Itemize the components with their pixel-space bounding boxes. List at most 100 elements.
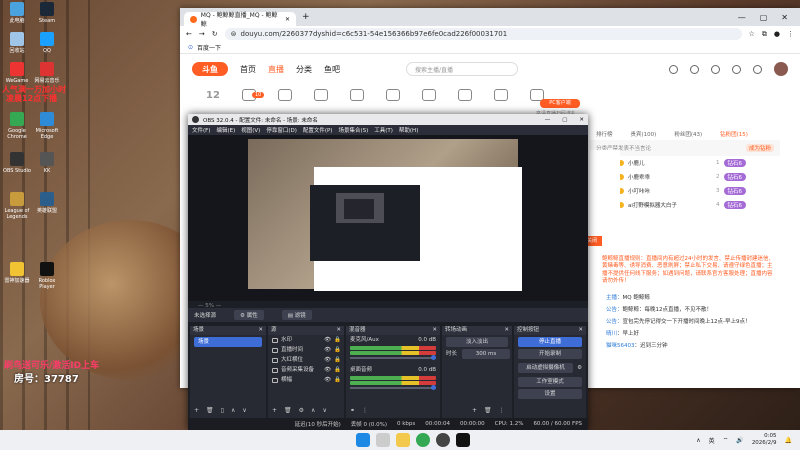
- source-item[interactable]: 水印 👁 🔒: [268, 335, 344, 345]
- app-taskbar-icon[interactable]: [456, 433, 470, 447]
- scene-item[interactable]: 场景: [194, 337, 262, 347]
- add-source-icon[interactable]: +: [272, 407, 277, 416]
- settings-button[interactable]: 设置: [518, 389, 582, 399]
- pc-client-button[interactable]: PC客户端: [540, 99, 580, 108]
- obs-maximize-icon[interactable]: ▢: [562, 117, 567, 123]
- user-avatar[interactable]: [774, 62, 788, 76]
- search-icon[interactable]: [376, 433, 390, 447]
- volume-slider[interactable]: [350, 385, 436, 390]
- history-icon[interactable]: [669, 64, 678, 74]
- stop-stream-button[interactable]: 停止直播: [518, 337, 582, 347]
- visibility-icon[interactable]: 👁: [324, 345, 331, 355]
- obs-menu-item[interactable]: 视图(V): [241, 126, 260, 134]
- network-icon[interactable]: ⌔: [723, 436, 729, 444]
- visibility-icon[interactable]: 👁: [324, 335, 331, 345]
- minimize-icon[interactable]: —: [738, 13, 746, 22]
- duration-field[interactable]: 300 ms: [462, 349, 510, 359]
- close-tab-icon[interactable]: ✕: [285, 16, 290, 23]
- ai-icon[interactable]: [349, 89, 364, 101]
- obs-taskbar-icon[interactable]: [436, 433, 450, 447]
- browser-tab[interactable]: MQ - 鲍鲸鲸直播_MQ - 鲍鲸鲸 ✕: [184, 12, 296, 28]
- bookmark-baidu[interactable]: 百度一下: [197, 43, 221, 52]
- obs-menu-item[interactable]: 配置文件(P): [303, 126, 333, 134]
- extensions-icon[interactable]: ⧉: [762, 30, 767, 39]
- source-item[interactable]: 横幅 👁 🔒: [268, 375, 344, 385]
- dock-close-icon[interactable]: ✕: [504, 326, 512, 335]
- studio-mode-button[interactable]: 工作室模式: [518, 377, 582, 387]
- lock-icon[interactable]: 🔒: [334, 345, 344, 355]
- scene-menu-icon[interactable]: ▯: [221, 407, 224, 416]
- desktop-shortcut[interactable]: Microsoft Edge: [32, 112, 62, 140]
- dock-close-icon[interactable]: ✕: [258, 326, 266, 335]
- properties-button[interactable]: ⚙ 属性: [234, 310, 264, 320]
- tab-diamond[interactable]: 钻粉团(15): [720, 130, 748, 138]
- join-diamond-button[interactable]: 成为钻粉: [745, 144, 774, 152]
- url-field[interactable]: ⊜ douyu.com/2260377dyshid=c6c531-54e1563…: [224, 28, 742, 40]
- start-icon[interactable]: [356, 433, 370, 447]
- obs-menu-item[interactable]: 帮助(H): [399, 126, 418, 134]
- desktop-shortcut[interactable]: 回收站: [2, 32, 32, 54]
- nav-category[interactable]: 分类: [296, 64, 312, 75]
- desktop-shortcut[interactable]: WeGame: [2, 62, 32, 84]
- input-language[interactable]: 英: [709, 436, 715, 445]
- obs-menu-item[interactable]: 停靠窗口(D): [266, 126, 297, 134]
- nav-home[interactable]: 首页: [240, 64, 256, 75]
- lock-icon[interactable]: 🔒: [334, 355, 344, 365]
- lock-icon[interactable]: 🔒: [334, 365, 344, 375]
- fish-icon[interactable]: [421, 89, 436, 101]
- visibility-icon[interactable]: 👁: [324, 375, 331, 385]
- scene-up-icon[interactable]: ∧: [231, 407, 235, 416]
- volume-icon[interactable]: 🔊: [736, 437, 743, 444]
- scene-down-icon[interactable]: ∨: [242, 407, 246, 416]
- lock-icon[interactable]: 🔒: [334, 335, 344, 345]
- chat-user[interactable]: 主播：: [606, 295, 623, 301]
- add-transition-icon[interactable]: +: [472, 407, 477, 416]
- source-up-icon[interactable]: ∧: [311, 407, 315, 416]
- obs-close-icon[interactable]: ✕: [579, 117, 584, 123]
- remove-transition-icon[interactable]: 🗑: [484, 407, 492, 416]
- obs-menu-item[interactable]: 场景集合(S): [338, 126, 368, 134]
- chat-user[interactable]: 公告：: [606, 307, 623, 313]
- back-icon[interactable]: ←: [186, 30, 192, 38]
- obs-menu-item[interactable]: 文件(F): [192, 126, 210, 134]
- desktop-shortcut[interactable]: 此电脑: [2, 2, 32, 24]
- dock-close-icon[interactable]: ✕: [432, 326, 440, 335]
- visibility-icon[interactable]: 👁: [324, 365, 331, 375]
- dock-close-icon[interactable]: ✕: [578, 326, 586, 335]
- douyu-logo[interactable]: 斗鱼: [192, 62, 228, 76]
- add-scene-icon[interactable]: +: [194, 407, 199, 416]
- task-icon[interactable]: [753, 64, 762, 74]
- desktop-shortcut[interactable]: Google Chrome: [2, 112, 32, 140]
- start-recording-button[interactable]: 开始录制: [518, 349, 582, 359]
- notification-icon[interactable]: 🔔: [785, 437, 792, 444]
- game-icon[interactable]: [385, 89, 400, 101]
- source-item[interactable]: 直播时间 👁 🔒: [268, 345, 344, 355]
- profile-icon[interactable]: ●: [774, 30, 780, 38]
- desktop-shortcut[interactable]: League of Legends: [2, 192, 32, 220]
- dock-close-icon[interactable]: ✕: [336, 326, 344, 335]
- activity-icon[interactable]: [277, 89, 292, 101]
- reload-icon[interactable]: ↻: [212, 30, 218, 38]
- obs-minimize-icon[interactable]: —: [545, 117, 551, 123]
- new-tab-icon[interactable]: +: [302, 12, 310, 22]
- clock[interactable]: 0:05 2026/2/9: [752, 433, 777, 447]
- obs-preview[interactable]: — 5% —: [188, 135, 588, 311]
- tray-chevron-icon[interactable]: ∧: [696, 437, 700, 444]
- desktop-shortcut[interactable]: Steam: [32, 2, 62, 24]
- mixer-link-icon[interactable]: ⚭: [350, 407, 355, 416]
- nav-live[interactable]: 直播: [268, 64, 284, 75]
- desktop-shortcut[interactable]: KK: [32, 152, 62, 174]
- forward-icon[interactable]: →: [199, 30, 205, 38]
- volume-slider[interactable]: [350, 355, 436, 360]
- chrome-icon[interactable]: [416, 433, 430, 447]
- obs-menu-item[interactable]: 工具(T): [374, 126, 393, 134]
- download-icon[interactable]: [711, 64, 720, 74]
- chat-user[interactable]: 晴川: [606, 331, 617, 337]
- chat-user[interactable]: 猫咪56403: [606, 343, 635, 349]
- obs-menu-item[interactable]: 编辑(E): [216, 126, 235, 134]
- remove-source-icon[interactable]: 🗑: [284, 407, 292, 416]
- desktop-shortcut[interactable]: Roblox Player: [32, 262, 62, 290]
- transition-select[interactable]: 淡入淡出: [446, 337, 508, 347]
- desktop-shortcut[interactable]: 英雄联盟: [32, 192, 62, 214]
- close-window-icon[interactable]: ✕: [781, 13, 788, 22]
